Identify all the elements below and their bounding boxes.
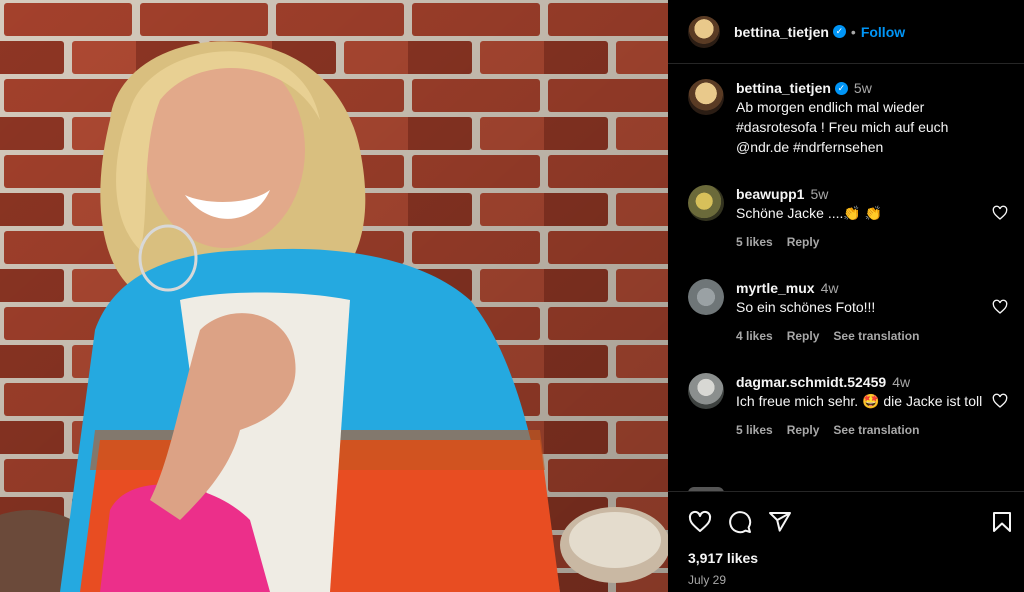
action-bar: 3,917 likes July 29 <box>668 491 1024 587</box>
post-image[interactable] <box>0 0 668 592</box>
caption-avatar[interactable] <box>688 79 724 115</box>
share-icon[interactable] <box>768 510 792 534</box>
see-translation-button[interactable]: See translation <box>833 423 919 437</box>
caption-time[interactable]: 5w <box>854 80 872 96</box>
commenter-avatar[interactable] <box>688 279 724 315</box>
follow-button[interactable]: Follow <box>861 24 905 40</box>
comment-item: dagmar.schmidt.52459 4w Ich freue mich s… <box>668 373 1024 437</box>
post-panel: bettina_tietjen ✓ • Follow bettina_tietj… <box>668 0 1024 592</box>
comment-likes[interactable]: 4 likes <box>736 329 773 343</box>
comment-likes[interactable]: 5 likes <box>736 423 773 437</box>
post-date[interactable]: July 29 <box>688 573 1024 587</box>
author-avatar[interactable] <box>688 15 720 48</box>
comment-time[interactable]: 4w <box>892 374 910 390</box>
comment-item: myrtle_mux 4w So ein schönes Foto!!! 4 l… <box>668 279 1024 343</box>
comment-heart-icon[interactable] <box>992 393 1008 409</box>
comment-heart-icon[interactable] <box>992 299 1008 315</box>
reply-button[interactable]: Reply <box>787 329 820 343</box>
post-header: bettina_tietjen ✓ • Follow <box>668 0 1024 64</box>
verified-badge-icon: ✓ <box>834 81 848 95</box>
commenter-username[interactable]: dagmar.schmidt.52459 <box>736 374 886 390</box>
like-count[interactable]: 3,917 likes <box>688 550 1024 566</box>
separator-dot: • <box>850 23 856 40</box>
see-translation-button[interactable]: See translation <box>833 329 919 343</box>
bookmark-icon[interactable] <box>990 510 1014 534</box>
comment-time[interactable]: 4w <box>821 280 839 296</box>
caption-username[interactable]: bettina_tietjen <box>736 80 831 96</box>
commenter-avatar[interactable] <box>688 373 724 409</box>
comment-text: Schöne Jacke ....👏 👏 <box>736 205 883 221</box>
verified-badge-icon: ✓ <box>832 25 846 38</box>
woman-figure <box>0 41 668 592</box>
comment-icon[interactable] <box>728 510 752 534</box>
commenter-username[interactable]: myrtle_mux <box>736 280 815 296</box>
author-username[interactable]: bettina_tietjen <box>734 24 829 40</box>
comment-time[interactable]: 5w <box>810 186 828 202</box>
commenter-username[interactable]: beawupp1 <box>736 186 804 202</box>
commenter-avatar[interactable] <box>688 185 724 221</box>
caption-text: Ab morgen endlich mal wieder #dasrotesof… <box>736 99 949 155</box>
caption: bettina_tietjen ✓ 5w Ab morgen endlich m… <box>668 65 1024 157</box>
comment-text: So ein schönes Foto!!! <box>736 299 876 315</box>
comments-list[interactable]: bettina_tietjen ✓ 5w Ab morgen endlich m… <box>668 65 1024 491</box>
comment-text: Ich freue mich sehr. 🤩 die Jacke ist tol… <box>736 393 983 409</box>
comment-heart-icon[interactable] <box>992 205 1008 221</box>
comment-likes[interactable]: 5 likes <box>736 235 773 249</box>
reply-button[interactable]: Reply <box>787 423 820 437</box>
heart-icon[interactable] <box>688 510 712 534</box>
comment-item: beawupp1 5w Schöne Jacke ....👏 👏 5 likes… <box>668 185 1024 249</box>
reply-button[interactable]: Reply <box>787 235 820 249</box>
